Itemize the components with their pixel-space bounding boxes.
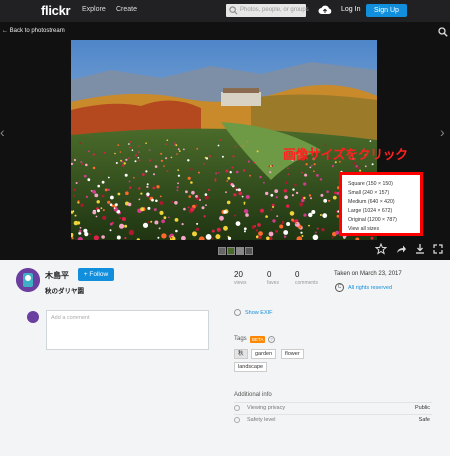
- divider: [234, 402, 432, 403]
- back-label: Back to photostream: [9, 28, 65, 34]
- fullscreen-icon[interactable]: [432, 243, 444, 255]
- zoom-icon[interactable]: [438, 27, 448, 37]
- search-input[interactable]: Photos, people, or groups: [226, 4, 309, 17]
- signup-button[interactable]: Sign Up: [366, 4, 407, 17]
- safety-level-value: Safe: [418, 417, 430, 423]
- search-icon: [229, 6, 238, 15]
- privacy-icon: [234, 405, 240, 411]
- star-icon[interactable]: [375, 243, 387, 255]
- divider: [234, 414, 432, 415]
- nav-explore[interactable]: Explore: [82, 6, 106, 13]
- thumbnail[interactable]: [245, 247, 253, 255]
- size-option-original[interactable]: Original (1200 × 787): [348, 217, 397, 223]
- thumbnail[interactable]: [218, 247, 226, 255]
- thumbnail[interactable]: [236, 247, 244, 255]
- size-option-medium[interactable]: Medium (640 × 420): [348, 199, 395, 205]
- tag-chip[interactable]: landscape: [234, 362, 268, 372]
- view-all-sizes-link[interactable]: View all sizes: [348, 226, 379, 232]
- viewing-privacy-value: Public: [415, 405, 430, 411]
- flickr-logo[interactable]: flickr: [41, 3, 71, 18]
- show-exif-link[interactable]: Show EXIF: [245, 310, 273, 316]
- comments-label: comments: [295, 280, 319, 286]
- size-option-small[interactable]: Small (240 × 157): [348, 190, 389, 196]
- safety-icon: [234, 417, 240, 423]
- owner-avatar[interactable]: [16, 268, 40, 292]
- rights-link[interactable]: All rights reserved: [348, 285, 392, 291]
- tag-chip[interactable]: 秋: [234, 349, 248, 359]
- tag-chip[interactable]: garden: [251, 349, 277, 359]
- top-navigation: flickr Explore Create Photos, people, or…: [0, 0, 450, 22]
- comment-placeholder: Add a comment: [51, 315, 90, 321]
- viewing-privacy-label: Viewing privacy: [247, 405, 286, 411]
- previous-photo-arrow-icon[interactable]: ‹: [0, 124, 5, 140]
- next-photo-arrow-icon[interactable]: ›: [440, 124, 445, 140]
- back-to-photostream-link[interactable]: ← Back to photostream: [2, 28, 65, 34]
- views-label: views: [234, 280, 247, 286]
- additional-info-heading: Additional info: [234, 392, 272, 398]
- back-arrow-icon: ←: [2, 28, 10, 34]
- size-option-square[interactable]: Square (150 × 150): [348, 181, 393, 187]
- exif-info-icon: [234, 309, 241, 316]
- flickr-photo-page: flickr Explore Create Photos, people, or…: [0, 0, 450, 456]
- cloud-upload-icon[interactable]: [318, 4, 332, 16]
- beta-badge: BETA: [250, 336, 266, 343]
- tags-heading: Tags: [234, 336, 247, 342]
- taken-date[interactable]: Taken on March 23, 2017: [334, 271, 402, 277]
- tag-chip[interactable]: flower: [281, 349, 304, 359]
- safety-level-label: Safety level: [247, 417, 276, 423]
- share-icon[interactable]: [395, 243, 407, 255]
- download-icon[interactable]: [414, 243, 426, 255]
- nav-create[interactable]: Create: [116, 6, 137, 13]
- comments-count: 0: [295, 270, 300, 279]
- owner-name[interactable]: 木島平: [45, 270, 69, 281]
- copyright-icon: C: [335, 283, 344, 292]
- download-sizes-menu: Square (150 × 150) Small (240 × 157) Med…: [339, 172, 423, 236]
- size-option-large[interactable]: Large (1024 × 672): [348, 208, 392, 214]
- comment-box[interactable]: Add a comment: [46, 310, 209, 350]
- login-link[interactable]: Log In: [341, 6, 360, 13]
- search-placeholder: Photos, people, or groups: [240, 7, 309, 13]
- main-photo: [71, 40, 377, 240]
- help-icon[interactable]: ?: [268, 336, 275, 343]
- size-callout-annotation: 画像サイズをクリック: [283, 147, 408, 162]
- thumbnail-strip: [218, 247, 258, 256]
- commenter-avatar: [27, 311, 39, 323]
- photo-title: 秋のダリヤ園: [45, 288, 84, 295]
- faves-count: 0: [267, 270, 272, 279]
- follow-button[interactable]: + Follow: [78, 268, 114, 281]
- faves-label: faves: [267, 280, 279, 286]
- photo-viewer: ← Back to photostream ‹ › 画像サイズをクリック Squ…: [0, 22, 450, 260]
- views-count: 20: [234, 270, 243, 279]
- thumbnail[interactable]: [227, 247, 235, 255]
